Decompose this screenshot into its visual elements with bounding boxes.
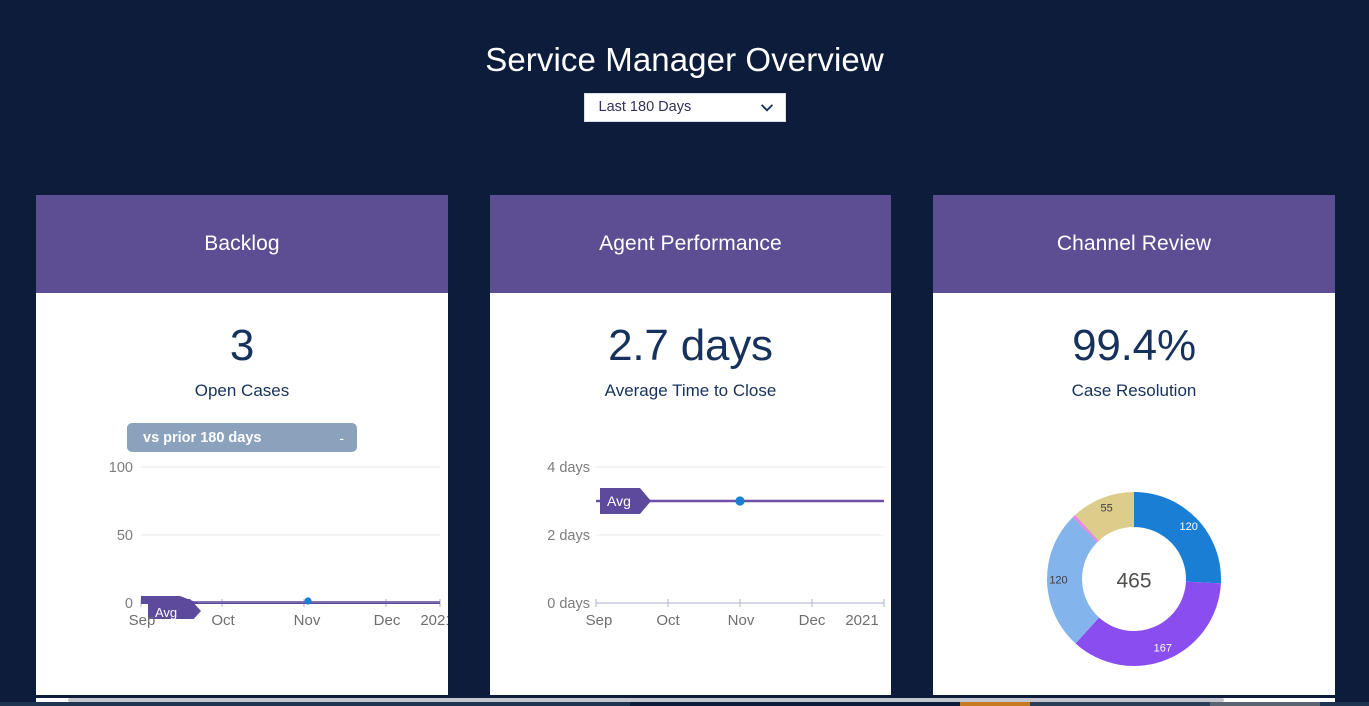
data-point-marker[interactable] [304,597,312,605]
kpi-value: 2.7 days [608,321,773,370]
taskbar-strip[interactable] [0,702,1369,706]
card-title: Agent Performance [599,232,782,255]
kpi-cards-row: Backlog 3 Open Cases vs prior 180 days -… [36,195,1337,695]
chart-agent-performance[interactable]: 4 days 2 days 0 days Avg Sep Oct Nov Dec… [490,455,891,645]
taskbar-segment[interactable] [1030,702,1210,706]
card-backlog[interactable]: Backlog 3 Open Cases vs prior 180 days -… [36,195,448,695]
y-tick-label: 0 days [547,596,590,612]
kpi-label: Average Time to Close [604,381,777,400]
donut-slice-label: 120 [1180,521,1198,533]
chevron-down-icon [760,103,773,112]
card-title: Channel Review [1056,232,1212,255]
x-tick-label: Nov [728,612,755,629]
kpi-label: Open Cases [194,381,290,400]
y-tick-label: 50 [117,528,133,544]
card-header-agent-performance: Agent Performance [490,195,891,293]
chart-backlog[interactable]: 100 50 0 Avg Sep Oct Nov Dec 202 [36,455,448,645]
card-body-agent-performance: 2.7 days Average Time to Close 4 days 2 … [490,293,891,695]
card-title: Backlog [204,232,280,255]
avg-flag-label: Avg [607,493,631,509]
x-tick-label: Oct [656,612,680,629]
chart-channel-review[interactable]: 465 120 167 120 55 [933,489,1335,674]
kpi-label: Case Resolution [1071,381,1197,400]
avg-flag-label: Avg [155,605,177,620]
taskbar-segment[interactable] [1210,702,1320,706]
card-channel-review[interactable]: Channel Review 99.4% Case Resolution 465… [933,195,1335,695]
donut-slice-label: 120 [1049,575,1067,587]
donut-slice-label: 55 [1100,503,1112,515]
card-body-channel-review: 99.4% Case Resolution 465 120 167 120 55 [933,293,1335,695]
card-header-channel-review: Channel Review [933,195,1335,293]
date-range-select[interactable]: Last 180 Days [583,93,786,122]
donut-slice[interactable] [1075,581,1221,666]
x-tick-label: Oct [211,612,235,629]
card-agent-performance[interactable]: Agent Performance 2.7 days Average Time … [490,195,891,695]
x-tick-label: Dec [799,612,826,629]
taskbar-segment[interactable] [1320,702,1369,706]
kpi-value: 3 [229,321,255,370]
taskbar-segment[interactable] [630,702,960,706]
card-header-backlog: Backlog [36,195,448,293]
date-range-value: Last 180 Days [598,99,692,116]
comparison-label: vs prior 180 days [143,429,262,446]
x-tick-label: Nov [294,612,321,629]
card-body-backlog: 3 Open Cases vs prior 180 days - 100 50 … [36,293,448,695]
taskbar-segment[interactable] [0,702,630,706]
dashboard-header: Service Manager Overview Last 180 Days [0,0,1369,122]
taskbar-segment[interactable] [960,702,1030,706]
y-tick-label: 100 [109,460,133,476]
donut-center-total: 465 [1116,570,1151,593]
comparison-badge: vs prior 180 days - [127,423,357,452]
comparison-delta: - [339,429,344,446]
donut-chart[interactable]: 465 120 167 120 55 [1044,489,1224,674]
y-tick-label: 4 days [547,460,590,476]
kpi-value: 99.4% [1072,321,1196,370]
horizontal-scrollbar-thumb[interactable] [68,698,1224,702]
y-tick-label: 2 days [547,528,590,544]
page-title: Service Manager Overview [485,41,884,78]
x-tick-label: 2021 [845,612,878,629]
y-tick-label: 0 [125,596,133,612]
donut-slice-label: 167 [1154,643,1172,655]
x-tick-label: Sep [586,612,613,629]
x-tick-label: Dec [374,612,401,629]
x-tick-label: Sep [129,612,156,629]
data-point-marker[interactable] [735,496,745,506]
avg-flag-annotation: Avg [600,488,651,514]
x-tick-label: 2021 [420,612,448,629]
